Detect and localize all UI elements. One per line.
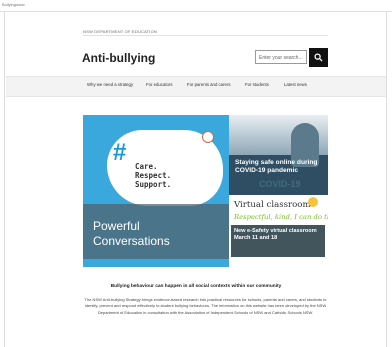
intro-paragraph: The NSW Anti-bullying Strategy brings ev…	[84, 297, 327, 315]
nsw-logo-icon	[202, 131, 214, 143]
page-left-border	[4, 11, 5, 347]
nav-item-educators[interactable]: For educators	[146, 82, 173, 87]
care-line: Care.	[135, 162, 158, 171]
hashtag-symbol: #	[113, 139, 127, 166]
tile-caption: Powerful Conversations	[93, 219, 170, 249]
virtual-classroom-script: Respectful, kind, I can do that!	[234, 213, 328, 221]
nav-item-parents[interactable]: For parents and carers	[187, 82, 230, 87]
virtual-classroom-title: Virtual classroom	[234, 200, 311, 210]
search-input[interactable]: Enter your search...	[255, 50, 307, 64]
respect-line: Respect.	[135, 171, 172, 180]
tile-title: Staying safe online during COVID-19 pand…	[235, 159, 318, 174]
nav-item-news[interactable]: Latest news	[284, 82, 307, 87]
hero-collage: # Care. Respect. Support. Powerful Conve…	[83, 115, 328, 267]
browser-divider	[0, 11, 392, 12]
gov-banner[interactable]: NSW DEPARTMENT OF EDUCATION	[83, 29, 157, 34]
caption-line-1: Powerful	[93, 219, 140, 233]
tile-caption: New e-Safety virtual classroom March 11 …	[234, 228, 317, 241]
page-right-border	[386, 11, 387, 347]
nav-item-strategy[interactable]: Why we need a strategy	[87, 82, 133, 87]
search-icon	[314, 53, 323, 62]
browser-url: Bullyingwww	[2, 2, 25, 7]
search-button[interactable]	[309, 48, 328, 67]
covid-overlay-text: COVID-19	[259, 179, 301, 189]
hero-tile-powerful-conversations[interactable]: # Care. Respect. Support. Powerful Conve…	[83, 115, 229, 267]
care-respect-support-text: Care. Respect. Support.	[135, 162, 171, 189]
hero-tile-virtual-classroom[interactable]: Virtual classroom Respectful, kind, I ca…	[229, 195, 328, 267]
support-line: Support.	[135, 180, 172, 189]
site-title[interactable]: Anti-bullying	[82, 51, 155, 65]
caption-line-2: Conversations	[93, 234, 170, 248]
hero-tile-staying-safe-online[interactable]: Staying safe online during COVID-19 pand…	[229, 115, 328, 195]
gov-banner-divider	[83, 35, 328, 36]
smiley-emoji-icon	[308, 197, 318, 207]
intro-heading: Bullying behaviour can happen in all soc…	[110, 284, 282, 289]
nav-item-students[interactable]: For students	[245, 82, 269, 87]
